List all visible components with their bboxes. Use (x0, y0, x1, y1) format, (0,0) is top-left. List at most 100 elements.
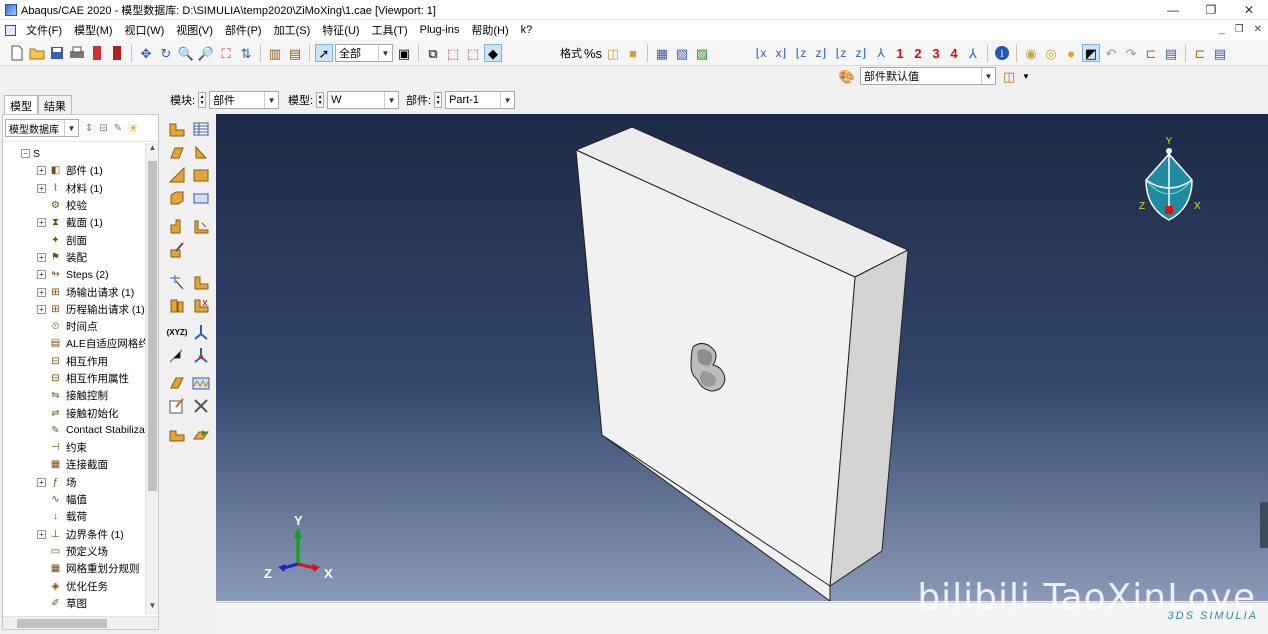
expand-icon[interactable]: + (37, 252, 46, 262)
tree-item[interactable]: ⊟ 相互作用属性 (3, 370, 146, 387)
chevron-down-icon[interactable]: ▼ (1022, 72, 1030, 81)
expand-icon[interactable]: + (37, 166, 46, 176)
datum-axis-icon[interactable] (191, 272, 211, 292)
menu-feature[interactable]: 特征(U) (316, 22, 365, 38)
new-file-icon[interactable] (8, 44, 26, 62)
tree-item[interactable]: ⏲ 时间点 (3, 318, 146, 335)
table-icon[interactable]: ▤ (1162, 44, 1180, 62)
back-view-icon[interactable]: x⌋ (772, 44, 790, 62)
scroll-up-icon[interactable]: ▲ (146, 143, 159, 157)
part-manager-icon[interactable]: ⊏ (1142, 44, 1160, 62)
tree-item[interactable]: ▦ 网格重划分规则 (3, 560, 146, 577)
scroll-down-icon[interactable]: ▼ (146, 601, 159, 615)
render-style-select[interactable]: 部件默认值 ▼ (860, 67, 996, 85)
tree-item[interactable]: + ◧ 部件 (1) (3, 162, 146, 179)
rotate-icon[interactable]: ↻ (157, 44, 175, 62)
redo-icon[interactable]: ↷ (1122, 44, 1140, 62)
open-file-icon[interactable] (28, 44, 46, 62)
tree-item[interactable]: ↓ 载荷 (3, 508, 146, 525)
restore-button[interactable]: ❐ (1192, 0, 1230, 20)
tree-item[interactable]: ✐ 草图 (3, 595, 146, 612)
menu-part[interactable]: 部件(P) (219, 22, 268, 38)
iso-view-icon[interactable]: ⅄ (872, 44, 890, 62)
menu-file[interactable]: 文件(F) (20, 22, 68, 38)
module-select[interactable]: 部件 ▼ (209, 91, 280, 109)
save-icon[interactable] (48, 44, 66, 62)
part-manager-table-icon[interactable]: ▤ (1211, 44, 1229, 62)
selection-mode-icon[interactable]: ⧉ (424, 44, 442, 62)
tree-item[interactable]: ✎ Contact Stabilizations (3, 422, 146, 439)
expand-icon[interactable]: + (37, 270, 46, 280)
geometry-select-icon[interactable]: ◆ (484, 44, 502, 62)
partition-face-icon[interactable] (167, 216, 187, 236)
hidden-mesh-icon[interactable]: ▧ (673, 44, 691, 62)
selection-options-icon[interactable]: ▣ (395, 44, 413, 62)
create-part-icon[interactable]: ⊏ (1191, 44, 1209, 62)
select-more-icon[interactable]: ⬚ (464, 44, 482, 62)
model-select[interactable]: W ▼ (327, 91, 400, 109)
boolean-intersect-icon[interactable]: ◎ (1042, 44, 1060, 62)
create-shell-icon[interactable] (167, 165, 187, 185)
tree-item[interactable]: ▭ 预定义场 (3, 543, 146, 560)
menu-context-help[interactable]: k? (515, 24, 539, 36)
lightbulb-icon[interactable]: ☀ (128, 122, 138, 135)
create-wire-icon[interactable] (191, 165, 211, 185)
view-compass[interactable]: Y Z X (1136, 136, 1206, 236)
color-palette-icon[interactable]: 🎨 (838, 67, 856, 85)
axis-triad-icon[interactable] (191, 322, 211, 342)
left-view-icon[interactable]: ⌊z (832, 44, 850, 62)
top-view-icon[interactable]: ⌊z (792, 44, 810, 62)
expand-icon[interactable]: + (37, 477, 46, 487)
sketch-tool-icon[interactable] (167, 396, 187, 416)
drag-shape-icon[interactable]: ⬚ (444, 44, 462, 62)
tree-item[interactable]: ⇋ 接触控制 (3, 387, 146, 404)
tree-item[interactable]: + ƒ 场 (3, 474, 146, 491)
info-icon[interactable]: i (993, 44, 1011, 62)
xyz-datum-icon[interactable]: (XYZ) (167, 322, 188, 342)
tree-item[interactable]: ◈ 优化任务 (3, 577, 146, 594)
tree-item[interactable]: ⚙ 校验 (3, 197, 146, 214)
tree-item[interactable]: ∿ 幅值 (3, 491, 146, 508)
select-arrow-icon[interactable]: ➚ (315, 44, 333, 62)
datum-point-icon[interactable] (167, 272, 187, 292)
tree-item[interactable]: + ⊥ 边界条件 (1) (3, 526, 146, 543)
auto-fit-icon[interactable]: ⛶ (217, 44, 235, 62)
menu-viewport[interactable]: 视口(W) (119, 22, 171, 38)
shaded-cube-icon[interactable]: ■ (624, 44, 642, 62)
expand-icon[interactable]: + (37, 304, 46, 314)
datum-line-icon[interactable] (167, 345, 187, 365)
bottom-view-icon[interactable]: z⌋ (812, 44, 830, 62)
tree-item[interactable]: + ⊞ 历程输出请求 (1) (3, 301, 146, 318)
zoom-icon[interactable]: 🔍 (177, 44, 195, 62)
mirror-part-icon[interactable] (191, 424, 211, 444)
print-icon[interactable] (68, 44, 86, 62)
viewport-4-button[interactable]: 4 (946, 46, 962, 61)
module-spinner[interactable]: ▲ ▼ (198, 92, 207, 108)
query-icon[interactable]: ◩ (1082, 44, 1100, 62)
model-spinner[interactable]: ▲ ▼ (316, 92, 325, 108)
create-part-tool-icon[interactable] (167, 119, 187, 139)
format-icon[interactable]: %s (584, 44, 602, 62)
sort-arrows-icon[interactable]: ⇕ (85, 123, 93, 134)
viewport-minimize-icon[interactable]: _ (1219, 20, 1225, 40)
tree-item[interactable]: ▦ 连接截面 (3, 456, 146, 473)
tree-item[interactable]: ⇌ 接触初始化 (3, 404, 146, 421)
datum-csys-icon[interactable] (191, 295, 211, 315)
expand-icon[interactable]: + (37, 529, 46, 539)
viewport[interactable]: Y Z X Y X Z (216, 114, 1268, 601)
viewport-close-icon[interactable]: ✕ (1254, 20, 1262, 40)
selection-filter-select[interactable]: 全部 ▼ (335, 44, 393, 62)
partition-cell-icon[interactable] (191, 216, 211, 236)
cycle-views-icon[interactable]: ⇅ (237, 44, 255, 62)
perspective-icon[interactable]: ▥ (266, 44, 284, 62)
sphere-icon[interactable]: ● (1062, 44, 1080, 62)
collapse-icon[interactable]: − (21, 149, 30, 159)
tree-item[interactable]: + ⚑ 装配 (3, 249, 146, 266)
viewport-resize-handle[interactable] (1260, 502, 1268, 548)
tree-highlight-icon[interactable]: ✎ (114, 123, 122, 134)
menu-shape[interactable]: 加工(S) (268, 22, 317, 38)
right-view-icon[interactable]: z⌋ (852, 44, 870, 62)
viewport-2-button[interactable]: 2 (910, 46, 926, 61)
front-view-icon[interactable]: ⌊x (752, 44, 770, 62)
create-cut-icon[interactable] (167, 188, 187, 208)
